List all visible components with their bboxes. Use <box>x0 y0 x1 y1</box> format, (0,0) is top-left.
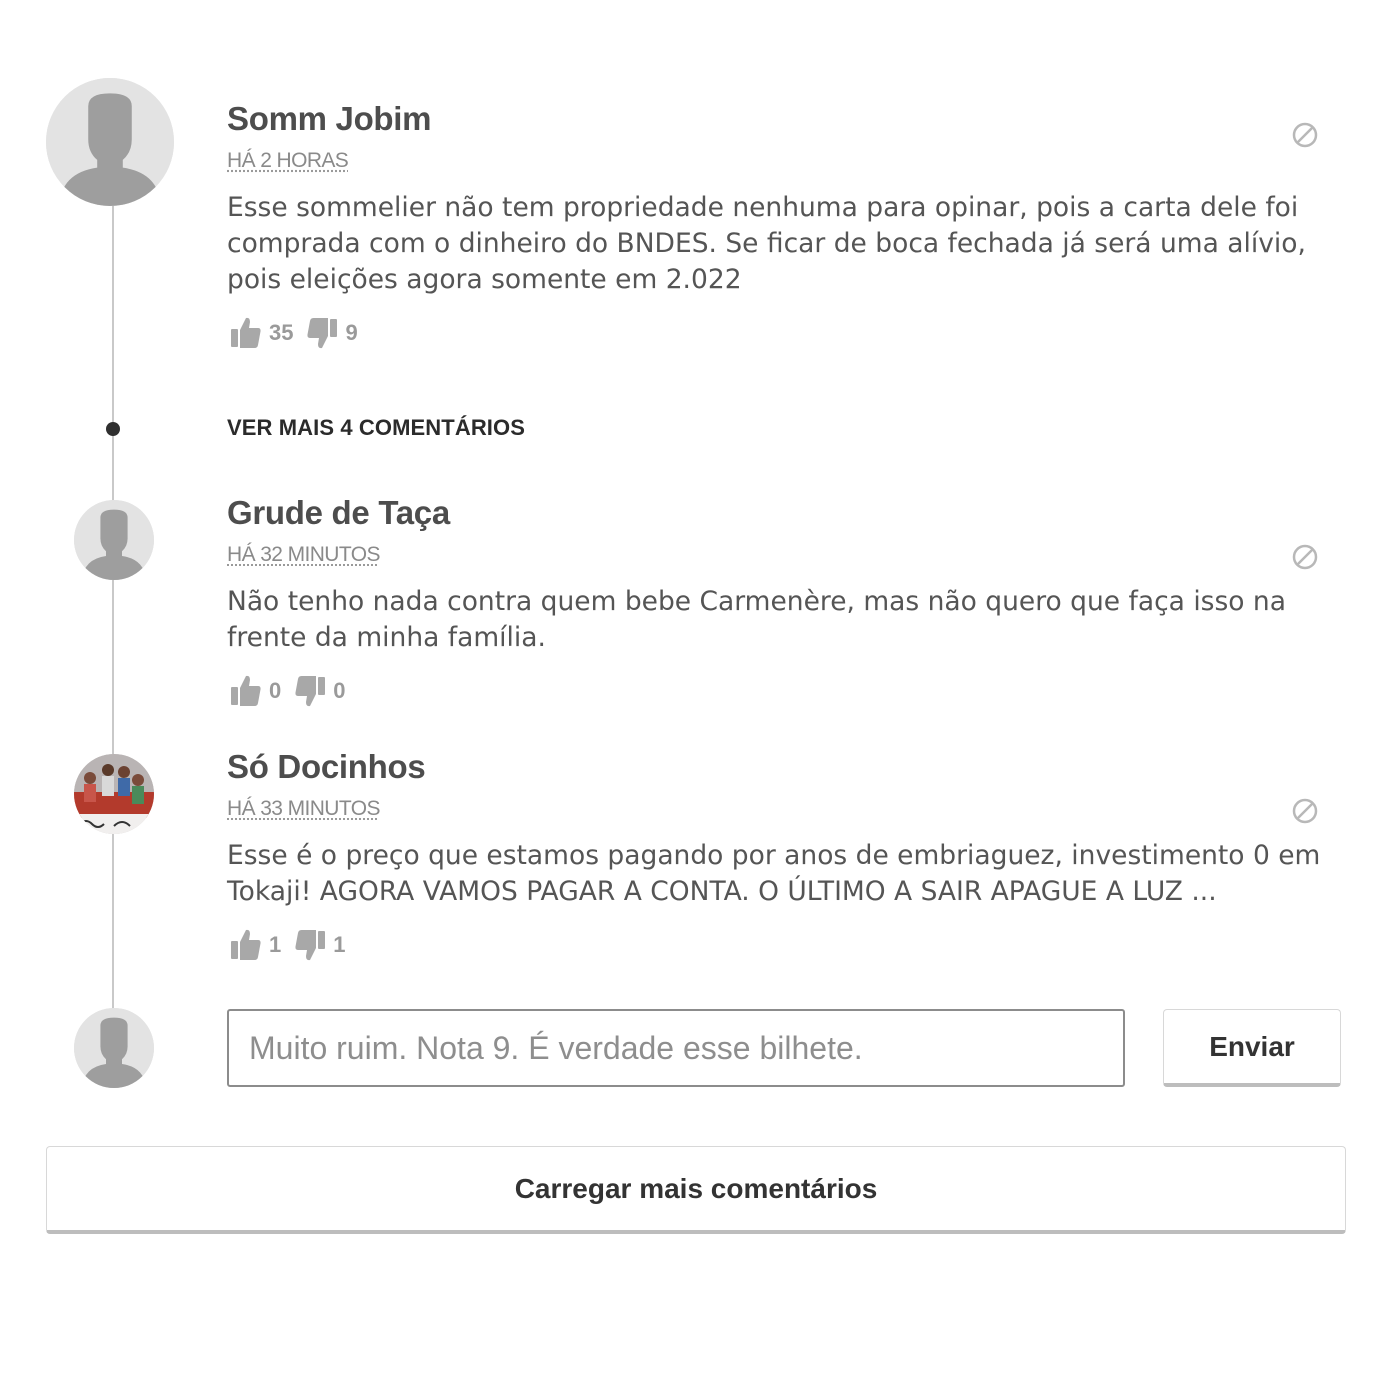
report-block-icon[interactable] <box>1291 543 1319 571</box>
dislike-button[interactable]: 9 <box>305 315 369 351</box>
thumbs-down-icon <box>293 673 327 709</box>
comment-author[interactable]: Grude de Taça <box>227 494 450 532</box>
vote-bar: 35 9 <box>229 313 370 353</box>
send-button[interactable]: Enviar <box>1163 1009 1341 1087</box>
like-button[interactable]: 0 <box>229 673 293 709</box>
report-block-icon[interactable] <box>1291 121 1319 149</box>
avatar[interactable] <box>74 754 154 834</box>
like-count: 0 <box>269 678 282 703</box>
report-block-icon[interactable] <box>1291 797 1319 825</box>
thumbs-up-icon <box>229 315 263 351</box>
comment-text: Esse sommelier não tem propriedade nenhu… <box>227 192 1306 295</box>
comment-author[interactable]: Somm Jobim <box>227 100 432 138</box>
like-button[interactable]: 35 <box>229 315 305 351</box>
dislike-count: 1 <box>333 932 346 957</box>
default-user-silhouette-icon <box>46 78 174 206</box>
comment-author[interactable]: Só Docinhos <box>227 748 426 786</box>
thread-line <box>112 200 114 1010</box>
thumbs-down-icon <box>305 315 339 351</box>
comment-timestamp[interactable]: HÁ 32 MINUTOS <box>227 543 380 567</box>
thumbs-down-icon <box>293 927 327 963</box>
comment-input[interactable] <box>227 1009 1125 1087</box>
default-user-silhouette-icon <box>74 500 154 580</box>
avatar <box>74 1008 154 1088</box>
comment-text: Esse é o preço que estamos pagando por a… <box>227 840 1321 907</box>
dislike-count: 0 <box>333 678 346 703</box>
like-count: 35 <box>269 320 294 345</box>
vote-bar: 1 1 <box>229 925 358 965</box>
avatar[interactable] <box>46 78 174 206</box>
comment-text: Não tenho nada contra quem bebe Carmenèr… <box>227 586 1286 653</box>
like-count: 1 <box>269 932 282 957</box>
avatar[interactable] <box>74 500 154 580</box>
thread-dot <box>106 422 120 436</box>
thumbs-up-icon <box>229 673 263 709</box>
like-button[interactable]: 1 <box>229 927 293 963</box>
thumbs-up-icon <box>229 927 263 963</box>
dislike-button[interactable]: 0 <box>293 673 357 709</box>
user-photo-group-icon <box>74 754 154 834</box>
vote-bar: 0 0 <box>229 671 358 711</box>
comment-timestamp[interactable]: HÁ 2 HORAS <box>227 149 349 173</box>
comment-timestamp[interactable]: HÁ 33 MINUTOS <box>227 797 380 821</box>
dislike-count: 9 <box>345 320 358 345</box>
load-more-comments-button[interactable]: Carregar mais comentários <box>46 1146 1346 1234</box>
dislike-button[interactable]: 1 <box>293 927 357 963</box>
see-more-replies-link[interactable]: VER MAIS 4 COMENTÁRIOS <box>227 415 525 441</box>
default-user-silhouette-icon <box>74 1008 154 1088</box>
